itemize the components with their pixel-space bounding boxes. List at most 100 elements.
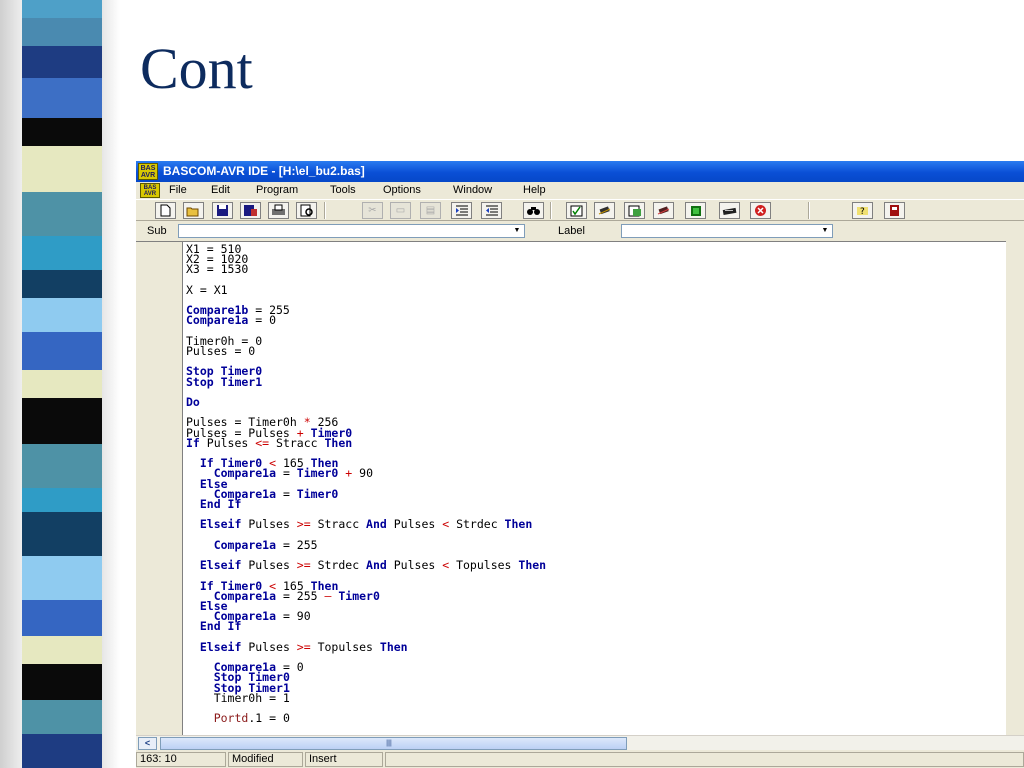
help-icon[interactable]: ? xyxy=(852,202,873,219)
terminal-icon[interactable] xyxy=(719,202,740,219)
menu-tools[interactable]: Tools xyxy=(330,184,356,196)
code-line: Timer0h = 1 xyxy=(186,690,290,705)
menu-options[interactable]: Options xyxy=(383,184,421,196)
editor-gutter xyxy=(136,242,183,735)
new-file-icon[interactable] xyxy=(155,202,176,219)
code-token: <= xyxy=(255,435,270,450)
sub-dropdown[interactable]: ▼ xyxy=(178,224,525,238)
code-token: Topulses xyxy=(449,558,519,573)
sub-label-bar: Sub ▼ Label ▼ xyxy=(136,221,1024,241)
menu-edit[interactable]: Edit xyxy=(211,184,230,196)
status-bar: 163: 10 Modified Insert xyxy=(136,750,1024,768)
code-token: Compare1a xyxy=(213,537,277,552)
code-token: End If xyxy=(199,619,242,634)
code-token: Pulses xyxy=(386,517,443,532)
menu-file[interactable]: File xyxy=(169,184,187,196)
code-token: = 255 xyxy=(276,537,318,552)
code-token: And xyxy=(366,517,387,532)
scroll-left-icon[interactable]: < xyxy=(138,737,157,750)
print-preview-icon[interactable] xyxy=(296,202,317,219)
menu-window[interactable]: Window xyxy=(453,184,492,196)
code-token: >= xyxy=(296,558,311,573)
code-line: Elseif Pulses >= Topulses Then xyxy=(186,639,408,654)
unindent-icon[interactable] xyxy=(481,202,502,219)
horizontal-scrollbar[interactable]: < |||||| xyxy=(136,735,1024,750)
scrollbar-thumb[interactable]: |||||| xyxy=(160,737,627,750)
code-token: Stracc xyxy=(310,517,367,532)
code-token: Timer0h = 1 xyxy=(186,690,290,705)
svg-text:?: ? xyxy=(860,207,865,217)
code-token: Pulses = 0 xyxy=(186,344,256,358)
exit-icon[interactable] xyxy=(884,202,905,219)
document-icon[interactable]: BAS AVR xyxy=(140,183,160,198)
chevron-down-icon[interactable]: ▼ xyxy=(819,225,831,237)
code-token: = 255 xyxy=(276,588,325,603)
code-token: Timer0 xyxy=(296,466,339,481)
insert-mode: Insert xyxy=(305,752,383,767)
copy-icon[interactable]: ▭ xyxy=(390,202,411,219)
code-token: = xyxy=(276,486,297,501)
label-label: Label xyxy=(558,225,585,237)
code-token: Then xyxy=(324,435,353,450)
code-token: = 90 xyxy=(276,609,311,624)
code-token: = 0 xyxy=(248,313,277,328)
indent-icon[interactable] xyxy=(451,202,472,219)
code-line: Stop Timer1 xyxy=(186,374,263,389)
compile-chip-icon[interactable] xyxy=(594,202,615,219)
code-token: Pulses xyxy=(199,435,256,450)
window-title: BASCOM-AVR IDE - [H:\el_bu2.bas] xyxy=(163,164,365,178)
code-line: End If xyxy=(186,497,242,511)
code-token: Stop Timer1 xyxy=(186,374,263,389)
toolbar: ✂ ▭ ▤ ? xyxy=(136,199,1024,221)
code-token: 90 xyxy=(352,466,373,481)
cursor-position: 163: 10 xyxy=(136,752,226,767)
chevron-down-icon[interactable]: ▼ xyxy=(511,225,523,237)
code-token: Elseif xyxy=(199,517,242,532)
code-line: If Pulses <= Stracc Then xyxy=(186,435,353,450)
label-dropdown[interactable]: ▼ xyxy=(621,224,833,238)
simulator-icon[interactable] xyxy=(653,202,674,219)
status-message xyxy=(385,752,1024,767)
sub-label: Sub xyxy=(147,225,167,237)
find-binoculars-icon[interactable] xyxy=(523,202,544,219)
paste-icon[interactable]: ▤ xyxy=(420,202,441,219)
code-token: Then xyxy=(504,517,533,532)
save-as-icon[interactable] xyxy=(240,202,261,219)
code-line: X3 = 1530 xyxy=(186,264,248,276)
code-token: Pulses xyxy=(241,558,297,573)
code-line: Compare1a = 0 xyxy=(186,313,277,328)
code-token: Timer0 xyxy=(296,486,339,501)
code-token: Elseif xyxy=(199,639,242,654)
code-editor[interactable]: X1 = 510 X2 = 1020 X3 = 1530 X = X1 Compare1… xyxy=(136,241,1006,735)
app-icon[interactable]: BAS AVR xyxy=(138,163,158,180)
print-icon[interactable] xyxy=(268,202,289,219)
code-token: If xyxy=(186,435,200,450)
menu-help[interactable]: Help xyxy=(523,184,546,196)
compile-report-icon[interactable] xyxy=(624,202,645,219)
code-token: Topulses xyxy=(310,639,380,654)
open-folder-icon[interactable] xyxy=(183,202,204,219)
modified-indicator: Modified xyxy=(228,752,303,767)
syntax-check-icon[interactable] xyxy=(566,202,587,219)
menu-program[interactable]: Program xyxy=(256,184,298,196)
code-token: Stracc xyxy=(269,435,325,450)
stop-red-icon[interactable] xyxy=(750,202,771,219)
code-line: Elseif Pulses >= Stracc And Pulses < Str… xyxy=(186,517,533,532)
program-chip-icon[interactable] xyxy=(685,202,706,219)
code-token: Pulses xyxy=(241,517,297,532)
save-icon[interactable] xyxy=(212,202,233,219)
code-token: Pulses xyxy=(241,639,297,654)
title-bar[interactable]: BAS AVR BASCOM-AVR IDE - [H:\el_bu2.bas] xyxy=(136,161,1024,182)
code-token: Portd xyxy=(213,711,249,726)
code-token: Elseif xyxy=(199,558,242,573)
code-line: Pulses = 0 xyxy=(186,344,256,358)
cut-icon[interactable]: ✂ xyxy=(362,202,383,219)
slide-title: Cont xyxy=(140,36,253,101)
